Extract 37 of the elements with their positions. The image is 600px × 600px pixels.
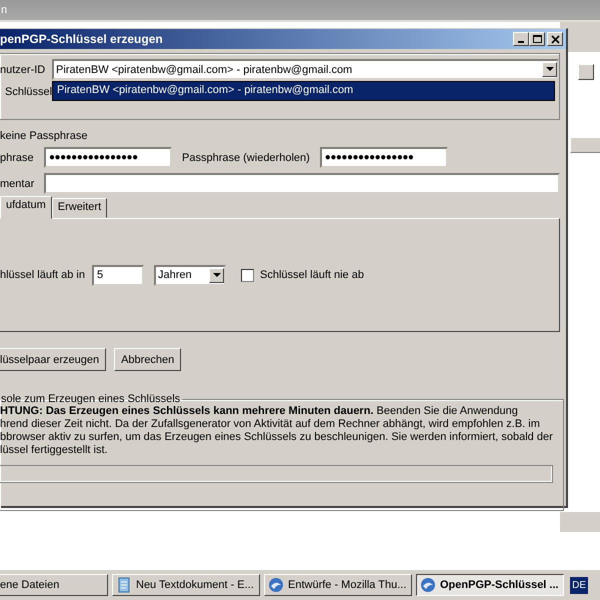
taskbar-button[interactable]: ene Dateien <box>0 574 108 596</box>
comment-label: mentar <box>0 178 36 190</box>
console-legend: sole zum Erzeugen eines Schlüssels <box>0 393 182 405</box>
expiry-field[interactable]: 5 <box>92 264 144 286</box>
console-text: HTUNG: Das Erzeugen eines Schlüssels kann mehrere Minuten dauern. Beenden Sie die Anwendung hrend dieser Zeit nicht. Da der Zufallsgenerator von Aktivität auf dem Rechner abhängt, wird empfohlen z.B. im bbrowser aktiv zu surfen, um das Erzeugen eines Schlüssels zu beschleunigen. Sie werden informiert, sobald der lüssel fertiggestellt ist. <box>0 405 553 457</box>
comment-field[interactable] <box>44 173 560 194</box>
expiry-label: hlüssel läuft ab in <box>0 269 85 281</box>
dialog-button[interactable]: lüsselpaar erzeugen <box>0 348 106 371</box>
never-expires-label: Schlüssel läuft nie ab <box>260 269 364 281</box>
unit-dropdown[interactable]: Jahren <box>154 264 226 286</box>
close-icon <box>550 34 560 44</box>
dialog-button[interactable]: Abbrechen <box>114 348 182 371</box>
tab[interactable]: Erweitert <box>52 198 108 218</box>
language-indicator[interactable]: DE <box>570 576 588 594</box>
key-label: Schlüssel <box>4 86 52 98</box>
passphrase-field[interactable]: ●●●●●●●●●●●●●●●● <box>44 147 172 168</box>
user-id-dropdown[interactable]: PiratenBW <piratenbw@gmail.com> - piratenbw@gmail.com <box>52 59 559 80</box>
taskbar-button[interactable]: Neu Textdokument - E... <box>112 574 260 596</box>
passphrase-repeat-label: Passphrase (wiederholen) <box>182 152 310 164</box>
taskbar-button[interactable]: OpenPGP-Schlüssel ... <box>416 574 564 596</box>
checkbox[interactable] <box>241 268 254 282</box>
user-id-label: nutzer-ID <box>0 64 46 76</box>
notepad-icon <box>116 577 132 593</box>
tab[interactable]: ufdatum <box>0 196 52 219</box>
minimize-button[interactable] <box>513 32 529 46</box>
bird-globe-icon <box>420 577 436 593</box>
window-title: penPGP-Schlüssel erzeugen <box>0 32 163 46</box>
close-button[interactable] <box>547 32 563 46</box>
maximize-icon <box>532 34 542 44</box>
maximize-button[interactable] <box>529 32 545 46</box>
window-title: n <box>1 4 8 16</box>
passphrase-label: phrase <box>0 152 35 164</box>
no-passphrase-label: keine Passphrase <box>0 130 88 142</box>
dropdown-option[interactable]: PiratenBW <piratenbw@gmail.com> - piratenbw@gmail.com <box>53 82 554 100</box>
passphrase-repeat-field[interactable]: ●●●●●●●●●●●●●●●● <box>320 147 448 168</box>
taskbar-button[interactable]: Entwürfe - Mozilla Thu... <box>264 574 412 596</box>
bird-globe-icon <box>268 577 284 593</box>
